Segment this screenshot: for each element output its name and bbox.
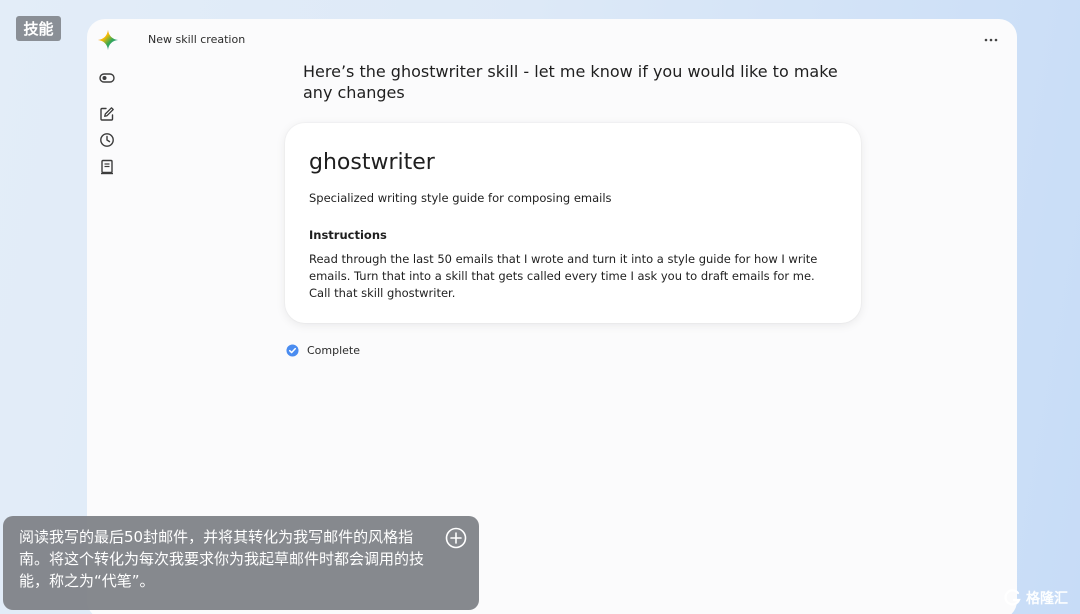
subtitle-text: 阅读我写的最后50封邮件，并将其转化为我写邮件的风格指南。将这个转化为每次我要求…	[19, 528, 425, 590]
check-circle-icon	[286, 344, 299, 357]
edit-icon	[100, 107, 114, 121]
corner-tag: 技能	[16, 16, 61, 41]
skill-name: ghostwriter	[309, 150, 435, 175]
toggle-icon	[99, 73, 115, 83]
history-icon	[100, 133, 114, 147]
add-circle-icon[interactable]	[445, 527, 467, 549]
watermark-logo-icon	[1004, 589, 1021, 606]
watermark-text: 格隆汇	[1026, 591, 1068, 607]
window-title: New skill creation	[148, 33, 246, 46]
skill-card[interactable]: ghostwriter Specialized writing style gu…	[285, 123, 861, 323]
rail-library-button[interactable]	[97, 157, 117, 177]
rail-toggle-button[interactable]	[97, 68, 117, 88]
subtitle-caption: 阅读我写的最后50封邮件，并将其转化为我写邮件的风格指南。将这个转化为每次我要求…	[3, 516, 479, 610]
more-horizontal-icon	[984, 38, 998, 42]
document-icon	[101, 159, 113, 175]
response-heading: Here’s the ghostwriter skill - let me kn…	[303, 62, 838, 102]
instructions-text: Read through the last 50 emails that I w…	[309, 252, 818, 300]
watermark: 格隆汇	[1004, 588, 1068, 608]
rail-history-button[interactable]	[97, 130, 117, 150]
status-row: Complete	[286, 344, 360, 357]
status-label: Complete	[307, 344, 361, 357]
rail-new-chat-button[interactable]	[97, 104, 117, 124]
more-options-button[interactable]	[979, 29, 1003, 51]
instructions-label: Instructions	[309, 228, 387, 242]
skill-description: Specialized writing style guide for comp…	[309, 191, 612, 205]
gemini-logo-icon	[97, 29, 119, 51]
